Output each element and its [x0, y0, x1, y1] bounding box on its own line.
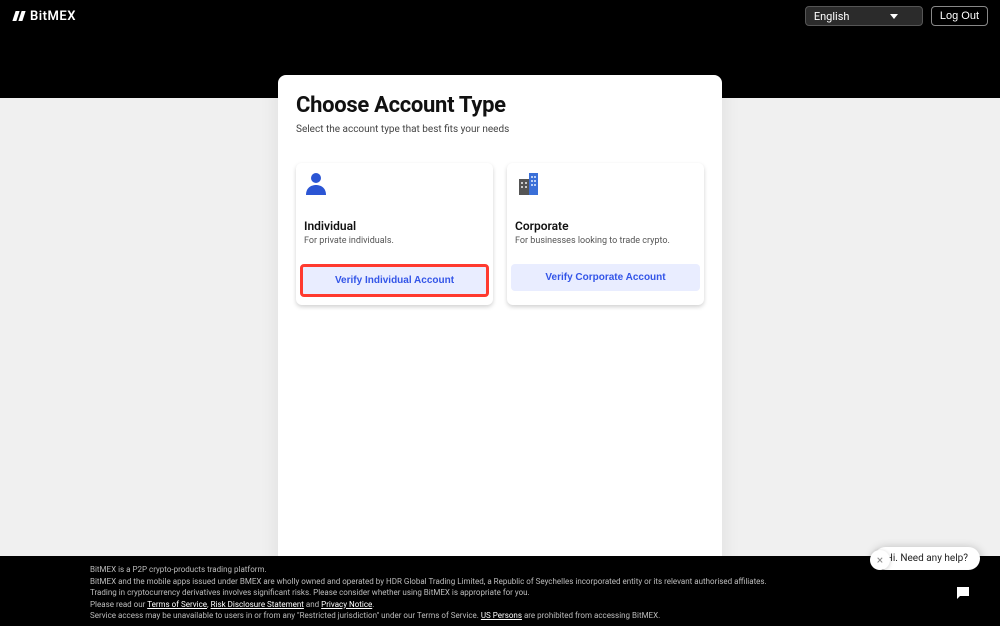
individual-desc: For private individuals.	[304, 236, 489, 246]
footer: BitMEX is a P2P crypto-products trading …	[0, 556, 1000, 626]
chevron-down-icon	[890, 14, 898, 19]
language-select[interactable]: English	[805, 6, 923, 26]
logout-button[interactable]: Log Out	[931, 6, 988, 26]
language-value: English	[814, 10, 850, 23]
help-text: Hi. Need any help?	[886, 553, 968, 564]
footer-line-3: Trading in cryptocurrency derivatives in…	[90, 587, 910, 599]
card-title: Choose Account Type	[296, 93, 704, 118]
help-close-button[interactable]: ×	[870, 550, 890, 570]
brand-logo: BitMEX	[12, 9, 76, 24]
building-icon	[515, 169, 700, 197]
option-corporate: Corporate For businesses looking to trad…	[507, 163, 704, 305]
individual-title: Individual	[304, 219, 489, 233]
chat-icon	[954, 584, 972, 602]
footer-line-2: BitMEX and the mobile apps issued under …	[90, 576, 910, 588]
person-icon	[304, 169, 489, 197]
terms-of-service-link[interactable]: Terms of Service	[147, 600, 207, 609]
footer-line-4: Please read our Terms of Service, Risk D…	[90, 599, 910, 611]
option-individual: Individual For private individuals. Veri…	[296, 163, 493, 305]
card-subtitle: Select the account type that best fits y…	[296, 124, 704, 135]
privacy-notice-link[interactable]: Privacy Notice	[321, 600, 372, 609]
footer-line-5: Service access may be unavailable to use…	[90, 610, 910, 622]
logo-mark-icon	[12, 10, 26, 22]
corporate-title: Corporate	[515, 219, 700, 233]
verify-corporate-button[interactable]: Verify Corporate Account	[511, 264, 700, 291]
footer-line-1: BitMEX is a P2P crypto-products trading …	[90, 564, 910, 576]
verify-individual-button[interactable]: Verify Individual Account	[303, 267, 486, 294]
chat-fab-button[interactable]	[944, 574, 982, 612]
brand-text: BitMEX	[30, 9, 76, 24]
corporate-desc: For businesses looking to trade crypto.	[515, 236, 700, 246]
us-persons-link[interactable]: US Persons	[481, 611, 522, 620]
risk-disclosure-link[interactable]: Risk Disclosure Statement	[211, 600, 304, 609]
account-type-card: Choose Account Type Select the account t…	[278, 75, 722, 626]
individual-button-highlight: Verify Individual Account	[300, 264, 489, 297]
